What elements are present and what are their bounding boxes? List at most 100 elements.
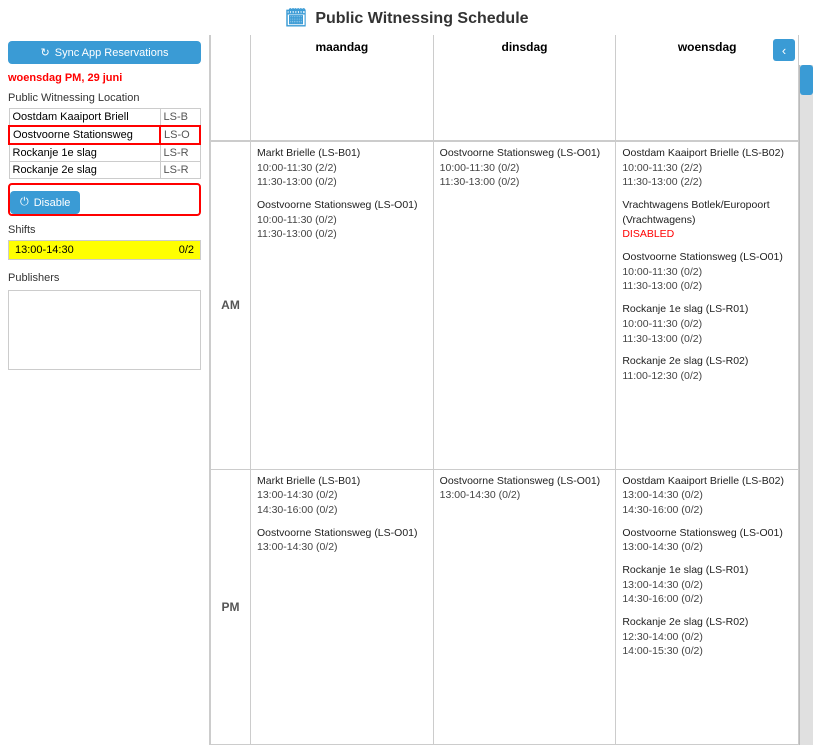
location-code: LS-R [160, 162, 200, 179]
entry-time: 13:00-14:30 (0/2) [622, 540, 792, 555]
disable-button-label: Disable [34, 197, 71, 209]
schedule-grid: maandag dinsdag woensdag AM Markt Briell… [210, 35, 799, 745]
schedule-area: ‹ maandag dinsdag woensdag AM Markt Brie… [210, 35, 813, 745]
shift-row[interactable]: 13:00-14:30 0/2 [8, 240, 201, 260]
disable-button[interactable]: ⏻ Disable [10, 191, 80, 214]
entry-name: Oostvoorne Stationsweg (LS-O01) [440, 474, 610, 489]
entry-name: Oostvoorne Stationsweg (LS-O01) [257, 526, 427, 541]
location-table: Oostdam Kaaiport BriellLS-BOostvoorne St… [8, 108, 201, 179]
entry-name: Markt Brielle (LS-B01) [257, 146, 427, 161]
schedule-entry: Oostvoorne Stationsweg (LS-O01)13:00-14:… [622, 526, 792, 555]
sidebar: ↻ Sync App Reservations woensdag PM, 29 … [0, 35, 210, 745]
entry-time: 11:30-13:00 (0/2) [622, 332, 792, 347]
schedule-entry: Markt Brielle (LS-B01)13:00-14:30 (0/2)1… [257, 474, 427, 518]
shift-time: 13:00-14:30 [15, 244, 74, 256]
schedule-entry: Rockanje 1e slag (LS-R01)10:00-11:30 (0/… [622, 302, 792, 346]
entry-name: Rockanje 2e slag (LS-R02) [622, 615, 792, 630]
entry-time: 13:00-14:30 (0/2) [622, 488, 792, 503]
location-name: Rockanje 2e slag [9, 162, 160, 179]
entry-name: Rockanje 1e slag (LS-R01) [622, 302, 792, 317]
schedule-entry: Vrachtwagens Botlek/Europoort (Vrachtwag… [622, 198, 792, 242]
entry-name: Oostvoorne Stationsweg (LS-O01) [257, 198, 427, 213]
location-row[interactable]: Rockanje 1e slagLS-R [9, 144, 200, 162]
schedule-entry: Oostvoorne Stationsweg (LS-O01)13:00-14:… [257, 526, 427, 555]
location-section-title: Public Witnessing Location [8, 92, 201, 104]
page-header: 🗓 Public Witnessing Schedule [0, 0, 813, 35]
location-row[interactable]: Rockanje 2e slagLS-R [9, 162, 200, 179]
entry-time: 13:00-14:30 (0/2) [257, 488, 427, 503]
entry-time: 11:00-12:30 (0/2) [622, 369, 792, 384]
schedule-entry: Rockanje 2e slag (LS-R02)12:30-14:00 (0/… [622, 615, 792, 659]
location-row[interactable]: Oostvoorne StationswegLS-O [9, 126, 200, 144]
schedule-entry: Oostvoorne Stationsweg (LS-O01)10:00-11:… [440, 146, 610, 190]
entry-name: Oostdam Kaaiport Brielle (LS-B02) [622, 146, 792, 161]
entry-time: 12:30-14:00 (0/2) [622, 630, 792, 645]
entry-time: 11:30-13:00 (0/2) [257, 175, 427, 190]
schedule-entry: Oostvoorne Stationsweg (LS-O01)13:00-14:… [440, 474, 610, 503]
entry-time: 14:30-16:00 (0/2) [257, 503, 427, 518]
publishers-title: Publishers [8, 272, 201, 284]
schedule-entry: Rockanje 2e slag (LS-R02)11:00-12:30 (0/… [622, 354, 792, 383]
shift-count: 0/2 [179, 244, 194, 256]
entry-name: Oostvoorne Stationsweg (LS-O01) [622, 526, 792, 541]
entry-time: 13:00-14:30 (0/2) [440, 488, 610, 503]
shifts-container: 13:00-14:30 0/2 [8, 240, 201, 260]
entry-time: 14:30-16:00 (0/2) [622, 503, 792, 518]
am-woensdag-cell: Oostdam Kaaiport Brielle (LS-B02)10:00-1… [616, 142, 799, 470]
location-code: LS-B [160, 109, 200, 127]
pm-woensdag-cell: Oostdam Kaaiport Brielle (LS-B02)13:00-1… [616, 470, 799, 746]
disable-button-wrapper: ⏻ Disable [8, 183, 201, 216]
entry-time: 11:30-13:00 (0/2) [622, 279, 792, 294]
col-header-woensdag: woensdag [616, 35, 799, 142]
location-row[interactable]: Oostdam Kaaiport BriellLS-B [9, 109, 200, 127]
publishers-box [8, 290, 201, 370]
entry-name: Markt Brielle (LS-B01) [257, 474, 427, 489]
am-maandag-cell: Markt Brielle (LS-B01)10:00-11:30 (2/2)1… [251, 142, 434, 470]
schedule-entry: Markt Brielle (LS-B01)10:00-11:30 (2/2)1… [257, 146, 427, 190]
entry-name: Oostvoorne Stationsweg (LS-O01) [440, 146, 610, 161]
entry-time: 10:00-11:30 (0/2) [622, 317, 792, 332]
schedule-entry: Oostdam Kaaiport Brielle (LS-B02)10:00-1… [622, 146, 792, 190]
power-icon: ⏻ [20, 196, 29, 209]
location-name: Oostvoorne Stationsweg [9, 126, 160, 144]
scrollbar-thumb [800, 65, 813, 95]
entry-time: 14:00-15:30 (0/2) [622, 644, 792, 659]
schedule-entry: Oostdam Kaaiport Brielle (LS-B02)13:00-1… [622, 474, 792, 518]
schedule-entry: Oostvoorne Stationsweg (LS-O01)10:00-11:… [257, 198, 427, 242]
entry-time: 10:00-11:30 (0/2) [257, 213, 427, 228]
scrollbar[interactable] [799, 65, 813, 745]
nav-back-button[interactable]: ‹ [773, 39, 795, 61]
schedule-entry: Oostvoorne Stationsweg (LS-O01)10:00-11:… [622, 250, 792, 294]
entry-time: 14:30-16:00 (0/2) [622, 592, 792, 607]
location-code: LS-O [160, 126, 200, 144]
sync-button-label: Sync App Reservations [55, 47, 169, 59]
entry-time: 11:30-13:00 (0/2) [257, 227, 427, 242]
page-title: Public Witnessing Schedule [315, 10, 528, 28]
location-name: Rockanje 1e slag [9, 144, 160, 162]
shifts-title: Shifts [8, 224, 201, 236]
entry-name: Rockanje 1e slag (LS-R01) [622, 563, 792, 578]
entry-name: Rockanje 2e slag (LS-R02) [622, 354, 792, 369]
entry-disabled-label: DISABLED [622, 227, 792, 242]
entry-time: 11:30-13:00 (0/2) [440, 175, 610, 190]
pm-label: PM [211, 470, 251, 746]
pm-dinsdag-cell: Oostvoorne Stationsweg (LS-O01)13:00-14:… [434, 470, 617, 746]
calendar-icon: 🗓 [284, 8, 307, 29]
col-header-dinsdag: dinsdag [434, 35, 617, 142]
entry-time: 13:00-14:30 (0/2) [622, 578, 792, 593]
schedule-entry: Rockanje 1e slag (LS-R01)13:00-14:30 (0/… [622, 563, 792, 607]
entry-time: 10:00-11:30 (2/2) [622, 161, 792, 176]
entry-name: Oostvoorne Stationsweg (LS-O01) [622, 250, 792, 265]
entry-time: 10:00-11:30 (0/2) [622, 265, 792, 280]
entry-time: 10:00-11:30 (2/2) [257, 161, 427, 176]
col-header-maandag: maandag [251, 35, 434, 142]
sync-icon: ↻ [41, 46, 50, 59]
entry-time: 11:30-13:00 (2/2) [622, 175, 792, 190]
main-layout: ↻ Sync App Reservations woensdag PM, 29 … [0, 35, 813, 745]
entry-name: Oostdam Kaaiport Brielle (LS-B02) [622, 474, 792, 489]
sync-button[interactable]: ↻ Sync App Reservations [8, 41, 201, 64]
pm-maandag-cell: Markt Brielle (LS-B01)13:00-14:30 (0/2)1… [251, 470, 434, 746]
am-label: AM [211, 142, 251, 470]
am-dinsdag-cell: Oostvoorne Stationsweg (LS-O01)10:00-11:… [434, 142, 617, 470]
date-label: woensdag PM, 29 juni [8, 72, 201, 84]
